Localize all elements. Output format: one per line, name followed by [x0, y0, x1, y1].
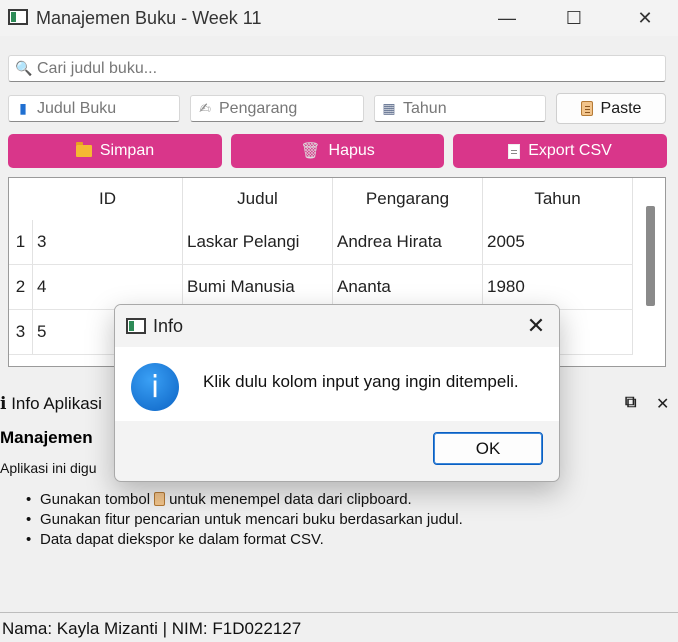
- dock-heading: Manajemen: [0, 428, 93, 447]
- app-icon: [8, 9, 28, 25]
- dock-bullet-list: Gunakan tombol untuk menempel data dari c…: [24, 490, 463, 550]
- close-button[interactable]: ✕: [622, 4, 668, 32]
- window-title: Manajemen Buku - Week 11: [36, 8, 262, 28]
- document-icon: [508, 143, 521, 159]
- export-csv-button[interactable]: Export CSV: [453, 134, 667, 168]
- cell-id[interactable]: 3: [33, 220, 183, 264]
- dock-title-text: Info Aplikasi: [11, 394, 102, 413]
- list-item: Gunakan tombol untuk menempel data dari c…: [24, 490, 463, 510]
- judul-input[interactable]: ▮ Judul Buku: [8, 95, 180, 122]
- search-icon: 🔍: [15, 60, 33, 76]
- column-header-judul[interactable]: Judul: [183, 178, 333, 220]
- clipboard-icon: [154, 492, 166, 506]
- tahun-input[interactable]: ▦ Tahun: [374, 95, 546, 122]
- clipboard-icon: [580, 101, 593, 116]
- app-icon: [126, 318, 146, 334]
- ok-button[interactable]: OK: [433, 432, 543, 465]
- cell-pengarang[interactable]: Ananta: [333, 265, 483, 309]
- trash-icon: 🗑: [300, 143, 321, 160]
- simpan-label: Simpan: [99, 142, 155, 159]
- table-header: ID Judul Pengarang Tahun: [33, 178, 633, 220]
- row-index[interactable]: 1: [9, 220, 33, 264]
- dialog-close-button[interactable]: ✕: [517, 311, 555, 341]
- row-index[interactable]: 2: [9, 265, 33, 309]
- maximize-button[interactable]: ☐: [551, 4, 597, 32]
- row-index[interactable]: 3: [9, 310, 33, 354]
- list-item: Data dapat diekspor ke dalam format CSV.: [24, 530, 463, 550]
- dock-title: i Info Aplikasi: [0, 394, 102, 414]
- dock-close-button[interactable]: ✕: [656, 394, 669, 414]
- dock-float-button[interactable]: ⧉: [625, 394, 636, 412]
- dialog-title: Info: [153, 316, 184, 336]
- table-row[interactable]: 1 3 Laskar Pelangi Andrea Hirata 2005: [9, 220, 633, 265]
- dialog-body: i Klik dulu kolom input yang ingin ditem…: [115, 347, 559, 421]
- status-bar: Nama: Kayla Mizanti | NIM: F1D022127: [0, 612, 678, 642]
- pengarang-placeholder: Pengarang: [219, 99, 298, 117]
- pen-icon: ✍: [199, 100, 211, 116]
- dialog-message: Klik dulu kolom input yang ingin ditempe…: [203, 372, 519, 391]
- minimize-button[interactable]: —: [484, 4, 530, 32]
- folder-icon: [75, 142, 92, 157]
- tahun-placeholder: Tahun: [403, 99, 447, 117]
- status-text: Nama: Kayla Mizanti | NIM: F1D022127: [2, 619, 302, 638]
- cell-tahun[interactable]: 1980: [483, 265, 633, 309]
- judul-placeholder: Judul Buku: [37, 99, 117, 117]
- column-header-id[interactable]: ID: [33, 178, 183, 220]
- info-icon: i: [131, 363, 179, 411]
- title-bar: Manajemen Buku - Week 11 — ☐ ✕: [0, 0, 678, 36]
- hapus-button[interactable]: 🗑 Hapus: [231, 134, 444, 168]
- vertical-scrollbar[interactable]: [633, 178, 665, 366]
- cell-id[interactable]: 4: [33, 265, 183, 309]
- calendar-icon: ▦: [382, 100, 396, 116]
- cell-judul[interactable]: Laskar Pelangi: [183, 220, 333, 264]
- search-placeholder: Cari judul buku...: [37, 59, 158, 77]
- book-icon: ▮: [19, 100, 27, 116]
- cell-pengarang[interactable]: Andrea Hirata: [333, 220, 483, 264]
- scrollbar-thumb[interactable]: [646, 206, 655, 306]
- column-header-pengarang[interactable]: Pengarang: [333, 178, 483, 220]
- simpan-button[interactable]: Simpan: [8, 134, 222, 168]
- bullet-1-before: Gunakan tombol: [40, 491, 151, 508]
- search-input[interactable]: 🔍 Cari judul buku...: [8, 55, 666, 82]
- list-item: Gunakan fitur pencarian untuk mencari bu…: [24, 510, 463, 530]
- paste-button[interactable]: Paste: [556, 93, 666, 124]
- cell-judul[interactable]: Bumi Manusia: [183, 265, 333, 309]
- pengarang-input[interactable]: ✍ Pengarang: [190, 95, 364, 122]
- cell-tahun[interactable]: 2005: [483, 220, 633, 264]
- hapus-label: Hapus: [328, 142, 375, 159]
- column-header-tahun[interactable]: Tahun: [483, 178, 633, 220]
- dock-paragraph: Aplikasi ini digu: [0, 460, 97, 476]
- dialog-title-bar: Info ✕: [115, 305, 559, 347]
- info-icon: i: [0, 394, 7, 414]
- bullet-1-after: untuk menempel data dari clipboard.: [169, 491, 412, 508]
- export-label: Export CSV: [528, 142, 612, 159]
- info-dialog: Info ✕ i Klik dulu kolom input yang ingi…: [114, 304, 560, 482]
- paste-label: Paste: [600, 99, 642, 117]
